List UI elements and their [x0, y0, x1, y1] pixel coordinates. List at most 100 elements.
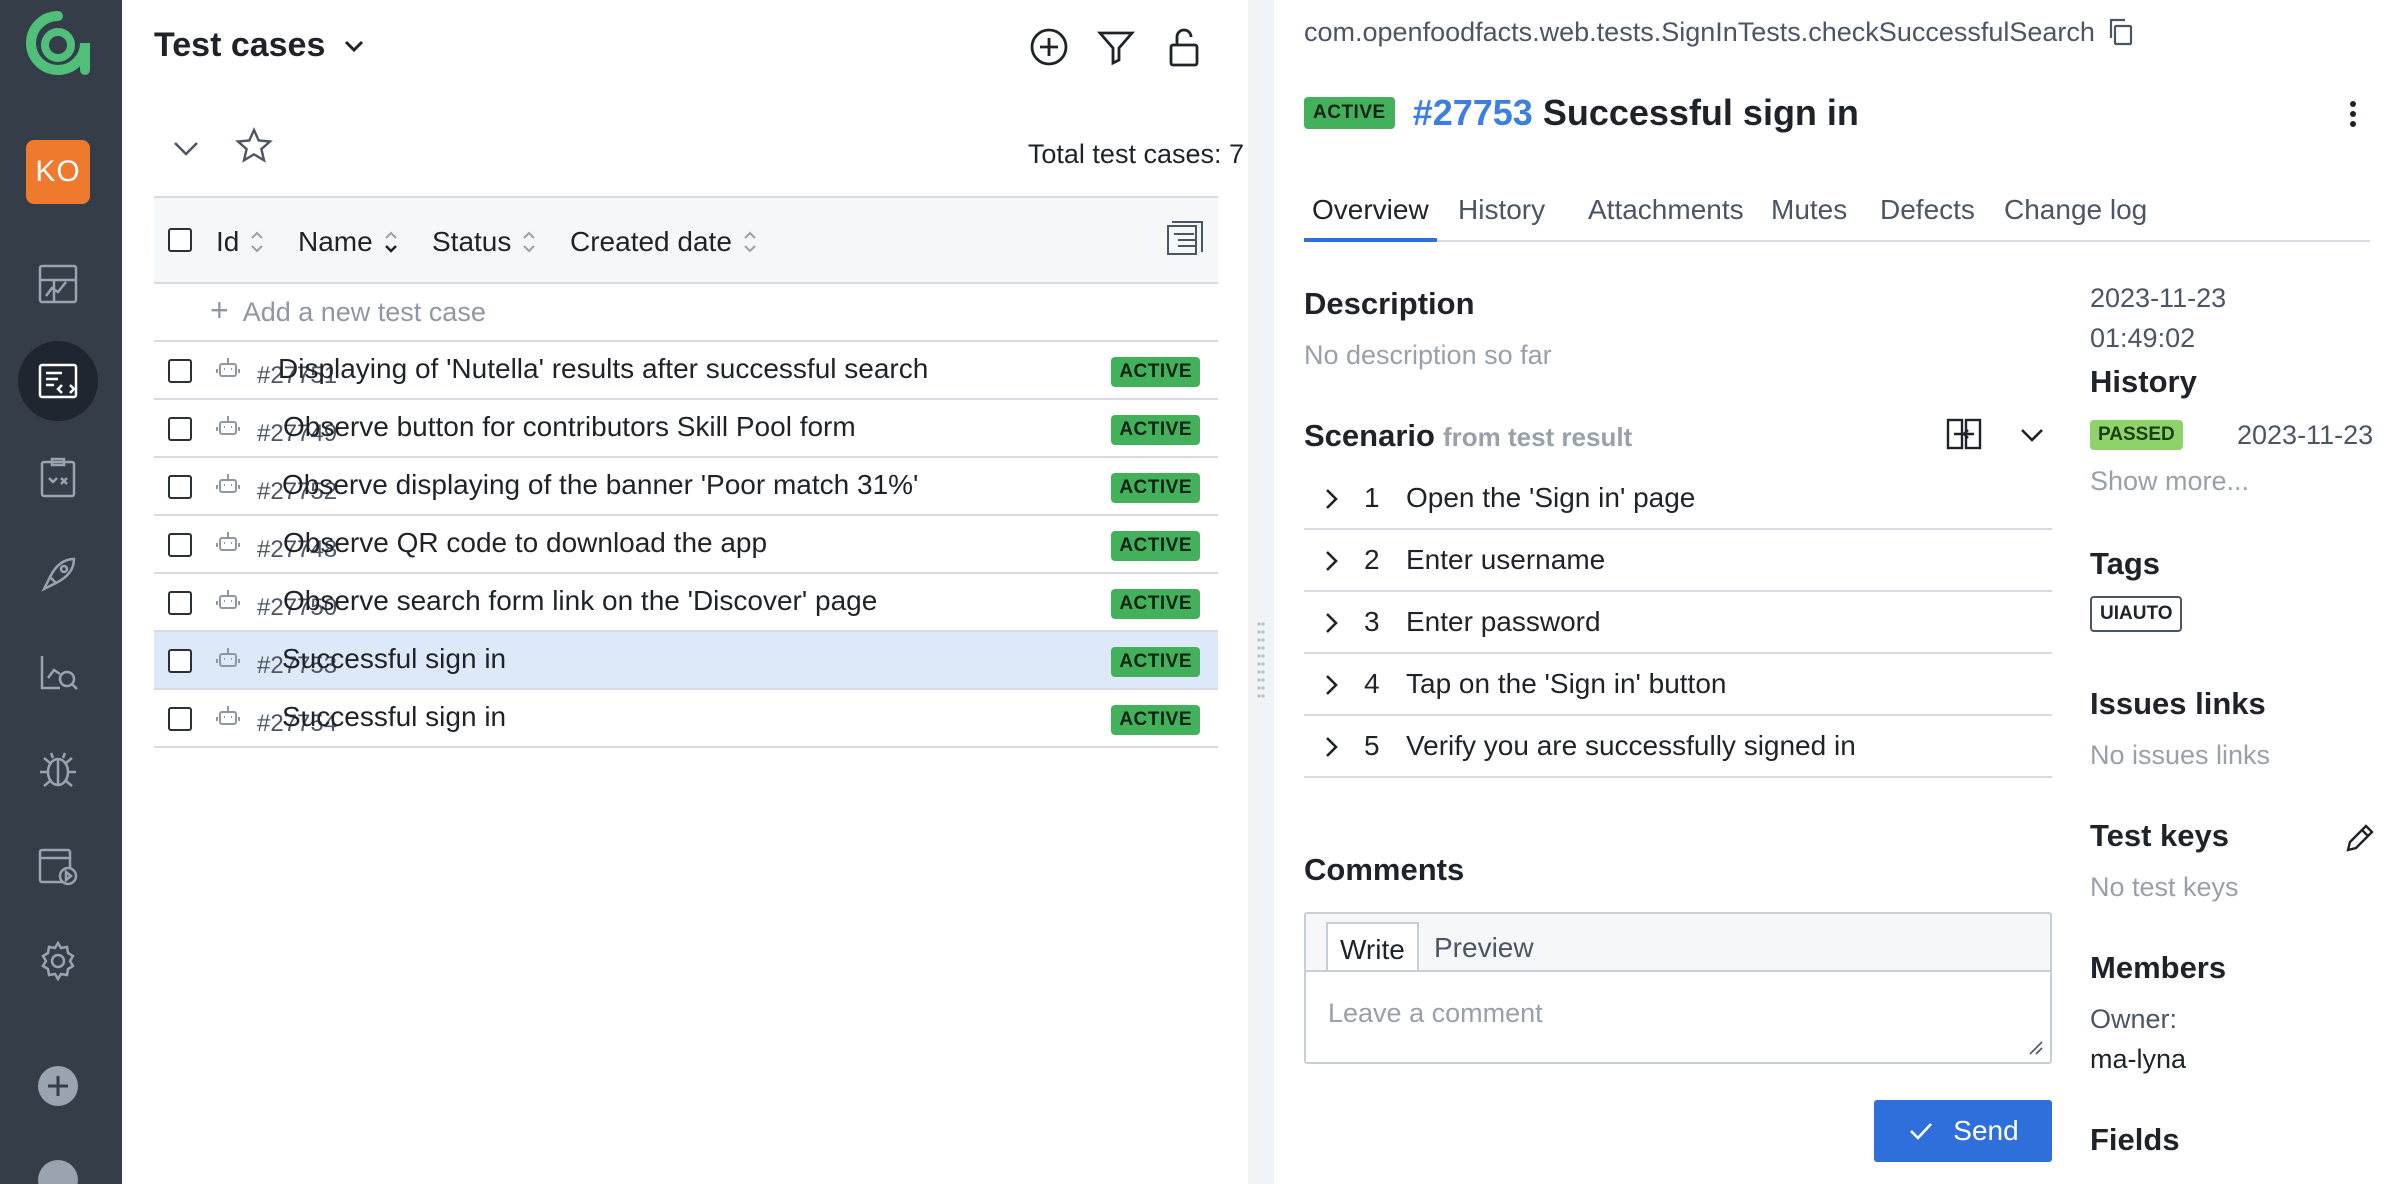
scenario-source: from test result — [1442, 422, 1633, 452]
step-text: Tap on the 'Sign in' button — [1406, 668, 1727, 699]
step-text: Verify you are successfully signed in — [1406, 730, 1856, 761]
panel-title-dropdown[interactable]: Test cases — [154, 26, 369, 65]
send-button[interactable]: Send — [1874, 1100, 2052, 1162]
status-badge: ACTIVE — [1111, 357, 1200, 387]
user-avatar[interactable]: KO — [26, 140, 90, 204]
add-test-case-row[interactable]: + Add a new test case — [154, 284, 1218, 342]
row-checkbox[interactable] — [168, 475, 192, 499]
row-name: Observe displaying of the banner 'Poor m… — [282, 469, 919, 500]
row-checkbox[interactable] — [168, 417, 192, 441]
table-row[interactable]: #27752 Observe displaying of the banner '… — [154, 458, 1218, 516]
scenario-steps: 1 Open the 'Sign in' page 2 Enter username 3… — [1304, 468, 2052, 778]
expand-all-chevron-icon[interactable] — [2012, 414, 2052, 454]
test-keys-empty: No test keys — [2090, 872, 2239, 902]
comment-input[interactable]: Leave a comment — [1306, 970, 2050, 1062]
tag-chip[interactable]: UIAUTO — [2090, 596, 2183, 632]
row-checkbox[interactable] — [168, 591, 192, 615]
scenario-title: Scenario from test result — [1304, 418, 1632, 454]
defects-icon[interactable] — [18, 729, 98, 809]
table-row[interactable]: #27748 Observe QR code to download the ap… — [154, 516, 1218, 574]
automated-robot-icon — [216, 706, 240, 725]
history-status-badge[interactable]: PASSED — [2090, 420, 2183, 450]
column-name[interactable]: Name — [298, 226, 399, 258]
full-path-text: com.openfoodfacts.web.tests.SignInTests.… — [1304, 16, 2095, 47]
scenario-step[interactable]: 2 Enter username — [1304, 530, 2052, 592]
scenario-step[interactable]: 5 Verify you are successfully signed in — [1304, 716, 2052, 778]
tab-attachments[interactable]: Attachments — [1580, 194, 1752, 242]
column-created-date[interactable]: Created date — [570, 226, 758, 258]
row-checkbox[interactable] — [168, 707, 192, 731]
scenario-step[interactable]: 1 Open the 'Sign in' page — [1304, 468, 2052, 530]
launches-icon[interactable] — [18, 535, 98, 615]
star-icon[interactable] — [234, 126, 274, 166]
table-header: Id Name Status Created date — [154, 196, 1218, 284]
dashboards-icon[interactable] — [18, 244, 98, 324]
table-row[interactable]: #27749 Observe button for contributors Sk… — [154, 400, 1218, 458]
edit-pencil-icon[interactable] — [2342, 822, 2376, 856]
tags-title: Tags — [2090, 546, 2161, 581]
sort-icon — [744, 231, 756, 253]
scenario-step[interactable]: 4 Tap on the 'Sign in' button — [1304, 654, 2052, 716]
owner-value[interactable]: ma-lyna — [2090, 1044, 2186, 1075]
row-checkbox[interactable] — [168, 533, 192, 557]
help-icon[interactable] — [18, 1140, 98, 1184]
chevron-right-icon[interactable] — [1320, 672, 1342, 698]
columns-settings-icon[interactable] — [1164, 220, 1204, 260]
add-circle-icon[interactable] — [1027, 25, 1071, 69]
description-empty[interactable]: No description so far — [1304, 340, 1552, 371]
scenario-step[interactable]: 3 Enter password — [1304, 592, 2052, 654]
column-status[interactable]: Status — [432, 226, 537, 258]
compare-icon[interactable] — [1944, 414, 1984, 454]
table-row[interactable]: #27754 Successful sign in ACTIVE — [154, 690, 1218, 748]
chevron-right-icon[interactable] — [1320, 548, 1342, 574]
tab-overview[interactable]: Overview — [1304, 194, 1437, 242]
chevron-right-icon[interactable] — [1320, 486, 1342, 512]
sort-icon — [523, 231, 536, 253]
row-name: Observe QR code to download the app — [283, 527, 768, 558]
issues-empty: No issues links — [2090, 740, 2271, 770]
unlock-icon[interactable] — [1162, 25, 1206, 69]
tab-mutes[interactable]: Mutes — [1763, 194, 1855, 242]
automated-robot-icon — [216, 590, 240, 609]
status-badge: ACTIVE — [1111, 589, 1200, 619]
chevron-right-icon[interactable] — [1320, 734, 1342, 760]
more-options-icon[interactable] — [2338, 96, 2368, 132]
scenario-title-text: Scenario — [1304, 418, 1435, 453]
resize-handle-icon[interactable] — [2028, 1040, 2044, 1056]
app-logo-icon[interactable] — [25, 10, 91, 76]
comment-tab-write[interactable]: Write — [1326, 922, 1419, 974]
table-row[interactable]: #27751 Displaying of 'Nutella' results af… — [154, 342, 1218, 400]
copy-icon[interactable] — [2105, 16, 2137, 48]
row-name: Observe search form link on the 'Discove… — [283, 585, 878, 616]
add-project-icon[interactable] — [18, 1046, 98, 1126]
tab-change-log[interactable]: Change log — [1996, 194, 2155, 242]
status-badge: ACTIVE — [1111, 647, 1200, 677]
test-case-name[interactable]: Successful sign in — [1543, 92, 1859, 134]
filter-icon[interactable] — [1094, 25, 1138, 69]
select-all-checkbox[interactable] — [168, 228, 192, 252]
collapse-chevron-icon[interactable] — [168, 130, 204, 166]
automated-robot-icon — [216, 532, 240, 551]
comment-tab-preview[interactable]: Preview — [1422, 922, 1546, 974]
resize-grip-icon[interactable] — [1256, 620, 1266, 700]
table-row[interactable]: #27753 Successful sign in ACTIVE — [154, 632, 1218, 690]
row-checkbox[interactable] — [168, 649, 192, 673]
analytics-icon[interactable] — [18, 632, 98, 712]
panel-divider[interactable] — [1248, 0, 1274, 1184]
add-test-case-label: Add a new test case — [242, 296, 486, 327]
chevron-right-icon[interactable] — [1320, 610, 1342, 636]
status-badge: ACTIVE — [1111, 705, 1200, 735]
row-checkbox[interactable] — [168, 359, 192, 383]
check-icon — [1910, 1123, 1933, 1140]
test-plans-icon[interactable] — [18, 438, 98, 518]
table-row[interactable]: #27750 Observe search form link on the 'D… — [154, 574, 1218, 632]
jobs-icon[interactable] — [18, 826, 98, 906]
column-id[interactable]: Id — [216, 226, 265, 258]
column-status-label: Status — [432, 226, 512, 257]
history-title: History — [2090, 364, 2197, 399]
settings-icon[interactable] — [18, 921, 98, 1001]
tab-history[interactable]: History — [1450, 194, 1553, 242]
tab-defects[interactable]: Defects — [1872, 194, 1983, 242]
show-more-link[interactable]: Show more... — [2090, 466, 2249, 497]
test-cases-icon[interactable] — [18, 341, 98, 421]
